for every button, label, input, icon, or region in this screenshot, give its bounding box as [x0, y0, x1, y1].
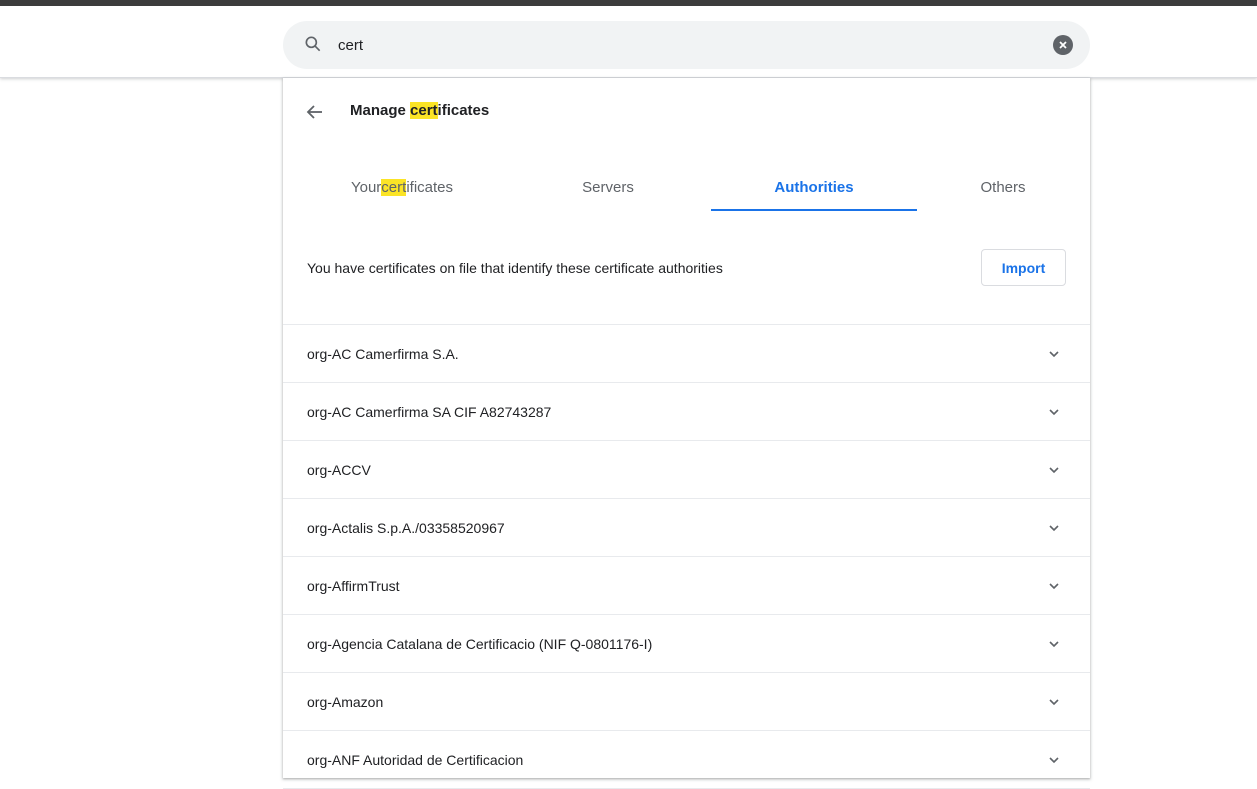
search-highlight: cert [410, 102, 438, 119]
chevron-down-icon[interactable] [1048, 464, 1060, 476]
active-tab-indicator [711, 209, 917, 211]
subpage-header: Manage certificates [283, 96, 1090, 124]
page-title: Manage certificates [350, 102, 489, 119]
search-icon [305, 36, 321, 52]
title-suffix: ificates [437, 102, 490, 119]
authorities-description: You have certificates on file that ident… [307, 260, 723, 276]
tab-authorities[interactable]: Authorities [711, 166, 917, 212]
certificate-tabs: Your cert ificates Servers Authorities Ot… [283, 166, 1090, 212]
tab-others[interactable]: Others [923, 166, 1083, 212]
authority-name: org-ACCV [307, 461, 371, 478]
authority-name: org-AffirmTrust [307, 577, 400, 594]
manage-certificates-card: Manage certificates Your cert ificates Se… [283, 78, 1090, 789]
list-item[interactable]: org-AC Camerfirma S.A. [283, 325, 1090, 383]
chevron-down-icon[interactable] [1048, 580, 1060, 592]
list-item[interactable]: org-AC Camerfirma SA CIF A82743287 [283, 383, 1090, 441]
list-item[interactable]: org-Amazon [283, 673, 1090, 731]
chevron-down-icon[interactable] [1048, 406, 1060, 418]
authority-name: org-Agencia Catalana de Certificacio (NI… [307, 635, 653, 652]
settings-toolbar [0, 0, 1257, 78]
search-box[interactable] [283, 21, 1090, 69]
title-prefix: Manage [350, 102, 411, 119]
search-highlight: cert [381, 179, 407, 196]
authority-name: org-AC Camerfirma S.A. [307, 345, 459, 362]
authorities-list: org-AC Camerfirma S.A. org-AC Camerfirma… [283, 324, 1090, 789]
chevron-down-icon[interactable] [1048, 348, 1060, 360]
authority-name: org-ANF Autoridad de Certificacion [307, 751, 524, 768]
clear-search-button[interactable] [1053, 35, 1073, 55]
chevron-down-icon[interactable] [1048, 638, 1060, 650]
list-item[interactable]: org-ACCV [283, 441, 1090, 499]
chevron-down-icon[interactable] [1048, 696, 1060, 708]
chevron-down-icon[interactable] [1048, 754, 1060, 766]
list-item[interactable]: org-Actalis S.p.A./03358520967 [283, 499, 1090, 557]
tab-others-label: Others [980, 179, 1026, 196]
tab-servers[interactable]: Servers [513, 166, 703, 212]
tab-your-certificates-prefix: Your [350, 179, 382, 196]
authority-name: org-Amazon [307, 693, 384, 710]
import-button[interactable]: Import [981, 249, 1066, 286]
tab-your-certificates-suffix: ificates [406, 179, 453, 196]
clear-icon [1059, 41, 1067, 49]
tab-authorities-label: Authorities [774, 179, 854, 196]
authority-name: org-Actalis S.p.A./03358520967 [307, 519, 505, 536]
tab-your-certificates[interactable]: Your cert ificates [303, 166, 501, 212]
tab-servers-label: Servers [582, 179, 634, 196]
chevron-down-icon[interactable] [1048, 522, 1060, 534]
authority-name: org-AC Camerfirma SA CIF A82743287 [307, 403, 552, 420]
arrow-back-icon[interactable] [303, 100, 327, 124]
search-input[interactable] [338, 34, 1018, 56]
list-item[interactable]: org-ANF Autoridad de Certificacion [283, 731, 1090, 789]
list-item[interactable]: org-AffirmTrust [283, 557, 1090, 615]
list-item[interactable]: org-Agencia Catalana de Certificacio (NI… [283, 615, 1090, 673]
